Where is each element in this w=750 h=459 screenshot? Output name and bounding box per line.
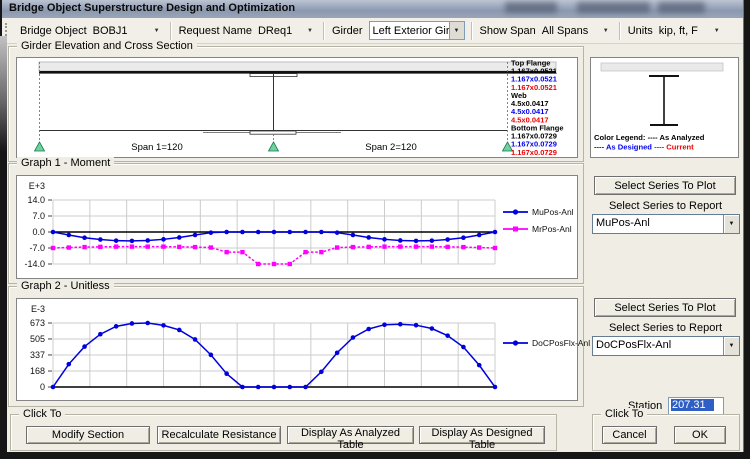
- blurred-patch: [577, 2, 650, 13]
- svg-text:MrPos-Anl: MrPos-Anl: [532, 224, 572, 234]
- recalculate-resistance-button[interactable]: Recalculate Resistance: [157, 426, 281, 444]
- svg-text:0: 0: [40, 382, 45, 392]
- footer-left-group-label: Click To: [19, 408, 65, 420]
- ok-button[interactable]: OK: [674, 426, 726, 444]
- parent-window-edge: [0, 36, 7, 152]
- modify-section-button[interactable]: Modify Section: [26, 426, 150, 444]
- graph2-plot: 6735053371680E-3DoCPosFlx-Anl: [16, 298, 578, 401]
- chevron-down-icon[interactable]: ▼: [307, 28, 313, 34]
- chevron-down-icon[interactable]: ▼: [714, 28, 720, 34]
- svg-text:7.0: 7.0: [32, 211, 45, 221]
- station-value: 207.31: [671, 399, 714, 411]
- units-label: Units: [628, 25, 653, 37]
- bridge-object-label: Bridge Object: [20, 25, 87, 37]
- support-triangle-icon: [35, 142, 45, 151]
- toolbar-separator: [170, 22, 171, 40]
- svg-text:1.167x0.0729: 1.167x0.0729: [511, 148, 557, 155]
- elevation-group-label: Girder Elevation and Cross Section: [17, 40, 197, 52]
- window-title: Bridge Object Superstructure Design and …: [9, 2, 295, 14]
- display-as-designed-table-button[interactable]: Display As Designed Table: [419, 426, 545, 444]
- footer-right-group-label: Click To: [601, 408, 647, 420]
- svg-text:E+3: E+3: [29, 181, 45, 191]
- request-name-combo[interactable]: DReq1: [258, 25, 298, 37]
- top-flange-line: [39, 71, 556, 74]
- girder-combo[interactable]: Left Exterior Girde ▼: [369, 21, 465, 40]
- toolbar-separator: [619, 22, 620, 40]
- svg-text:-14.0: -14.0: [24, 259, 45, 269]
- bridge-object-combo[interactable]: BOBJ1: [93, 25, 145, 37]
- graph1-report-label: Select Series to Report: [594, 200, 737, 212]
- graph2-group-label: Graph 2 - Unitless: [17, 280, 114, 292]
- color-legend-line2: ---- As Designed ---- Current: [594, 143, 694, 152]
- section-dimension-labels: Top Flange1.167x0.05211.167x0.05211.167x…: [511, 59, 564, 156]
- graph1-plot: 14.0 7.0 0.0 -7.0 -14.0 E+3 MuPos-Anl MrPos-Anl: [16, 175, 578, 279]
- graph1-report-value: MuPos-Anl: [593, 215, 723, 233]
- blurred-patch: [505, 2, 557, 13]
- display-as-analyzed-table-button[interactable]: Display As Analyzed Table: [287, 426, 414, 444]
- graph1-report-combo[interactable]: MuPos-Anl ▼: [592, 214, 740, 234]
- request-name-label: Request Name: [179, 25, 252, 37]
- units-combo[interactable]: kip, ft, F: [659, 25, 705, 37]
- svg-text:DoCPosFlx-Anl: DoCPosFlx-Anl: [532, 338, 590, 348]
- parent-window-edge: [0, 152, 7, 452]
- toolbar-separator: [323, 22, 324, 40]
- graph2-select-series-button[interactable]: Select Series To Plot: [594, 298, 736, 317]
- chevron-down-icon[interactable]: ▼: [723, 215, 739, 233]
- girder-elevation-drawing: Span 1=120 Span 2=120 Top Flange1.167x0.…: [17, 58, 575, 155]
- svg-text:337: 337: [30, 350, 45, 360]
- title-bar: Bridge Object Superstructure Design and …: [2, 0, 743, 19]
- svg-text:168: 168: [30, 366, 45, 376]
- show-span-combo[interactable]: All Spans: [542, 25, 594, 37]
- chevron-down-icon[interactable]: ▼: [603, 28, 609, 34]
- dialog-window: Bridge Object Superstructure Design and …: [2, 0, 744, 452]
- graph2-report-value: DoCPosFlx-Anl: [593, 337, 723, 355]
- cancel-button[interactable]: Cancel: [602, 426, 657, 444]
- show-span-label: Show Span: [480, 25, 536, 37]
- svg-text:E-3: E-3: [31, 304, 45, 314]
- svg-text:14.0: 14.0: [27, 195, 45, 205]
- graph2-report-label: Select Series to Report: [594, 322, 737, 334]
- svg-text:-7.0: -7.0: [29, 243, 45, 253]
- svg-text:MuPos-Anl: MuPos-Anl: [532, 207, 574, 217]
- cross-section-panel: Color Legend: ---- As Analyzed ---- As D…: [590, 57, 739, 158]
- chevron-down-icon[interactable]: ▼: [723, 337, 739, 355]
- elevation-canvas: Span 1=120 Span 2=120 Top Flange1.167x0.…: [16, 57, 578, 158]
- girder-combo-value: Left Exterior Girde: [370, 25, 449, 37]
- chevron-down-icon[interactable]: ▼: [449, 22, 464, 39]
- support-triangle-icon: [269, 142, 279, 151]
- chevron-down-icon[interactable]: ▼: [154, 28, 160, 34]
- graph1-group-label: Graph 1 - Moment: [17, 157, 114, 169]
- span1-label: Span 1=120: [131, 142, 183, 153]
- span2-label: Span 2=120: [365, 142, 417, 153]
- color-legend-line1: Color Legend: ---- As Analyzed: [594, 133, 705, 142]
- deck-slab: [39, 62, 556, 71]
- graph2-report-combo[interactable]: DoCPosFlx-Anl ▼: [592, 336, 740, 356]
- graph1-select-series-button[interactable]: Select Series To Plot: [594, 176, 736, 195]
- svg-text:505: 505: [30, 334, 45, 344]
- blurred-patch: [658, 2, 705, 13]
- deck-bar: [601, 63, 723, 71]
- svg-text:0.0: 0.0: [32, 227, 45, 237]
- bottom-cover-plate: [250, 131, 296, 134]
- toolbar-separator: [471, 22, 472, 40]
- girder-label: Girder: [332, 25, 363, 37]
- svg-text:673: 673: [30, 318, 45, 328]
- cross-section-drawing: Color Legend: ---- As Analyzed ---- As D…: [591, 58, 736, 155]
- station-input[interactable]: 207.31: [668, 397, 724, 415]
